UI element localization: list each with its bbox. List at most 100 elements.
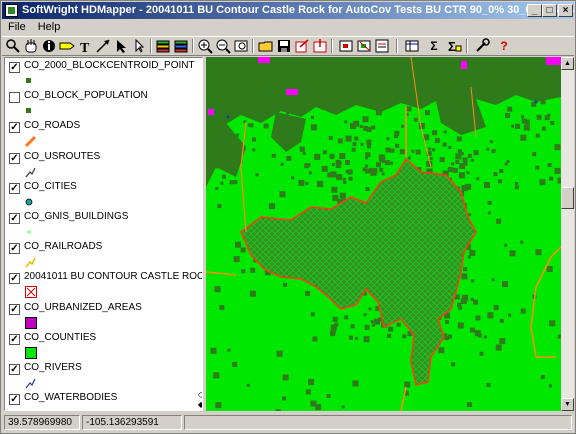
block-square <box>328 103 332 107</box>
scroll-up-icon[interactable]: ▲ <box>561 57 574 70</box>
block-square <box>273 79 277 83</box>
block-square <box>211 155 216 160</box>
layers-icon[interactable] <box>155 38 171 54</box>
layer-item[interactable]: ✓ CO_CITIES <box>5 179 202 209</box>
block-square <box>220 181 224 185</box>
block-square <box>523 124 530 131</box>
layer-checkbox[interactable]: ✓ <box>9 213 20 224</box>
layer-item[interactable]: ✓ CO_USROUTES <box>5 149 202 179</box>
layer-checkbox[interactable]: ✓ <box>9 273 20 284</box>
import-icon[interactable] <box>312 38 328 54</box>
zoom-icon[interactable] <box>5 38 21 54</box>
layer-checkbox[interactable]: ✓ <box>9 394 20 405</box>
block-square <box>286 155 292 161</box>
add-layer-icon[interactable] <box>338 38 354 54</box>
block-square <box>373 318 379 324</box>
zoom-out-icon[interactable] <box>215 38 231 54</box>
title-bar[interactable]: SoftWright HDMapper - 20041011 BU Contou… <box>2 2 574 19</box>
layer-checkbox[interactable]: ✓ <box>9 62 20 73</box>
scroll-legend-up-icon[interactable]: ◇ <box>196 390 202 399</box>
layer-item[interactable]: ✓ CO_ROADS <box>5 118 202 148</box>
help-icon[interactable]: ? <box>496 38 512 54</box>
block-square <box>491 149 496 154</box>
open-folder-icon[interactable] <box>258 38 274 54</box>
text-icon[interactable]: T <box>77 38 93 56</box>
layer-item[interactable]: ✓ CO_RIVERS <box>5 360 202 390</box>
measure-icon[interactable] <box>95 38 111 54</box>
menu-help[interactable]: Help <box>32 20 67 35</box>
tools-wrench-icon[interactable] <box>474 38 490 54</box>
block-square <box>550 120 555 125</box>
minimize-button[interactable]: _ <box>527 4 542 17</box>
block-square <box>508 313 511 317</box>
layer-item[interactable]: ✓ CO_2000_BLOCKCENTROID_POINT <box>5 58 202 88</box>
layer-checkbox[interactable] <box>9 92 20 103</box>
layer-checkbox[interactable]: ✓ <box>9 183 20 194</box>
label-tag-icon[interactable] <box>59 38 75 54</box>
layer-checkbox[interactable]: ✓ <box>9 304 20 315</box>
zoom-in-icon[interactable] <box>197 38 213 54</box>
maximize-button[interactable]: □ <box>542 4 557 17</box>
block-square <box>479 351 484 356</box>
pan-hand-icon[interactable] <box>23 38 39 54</box>
close-button[interactable]: × <box>558 4 573 17</box>
info-icon[interactable] <box>41 38 57 54</box>
sum-highlight-icon[interactable]: Σ <box>446 38 462 54</box>
block-square <box>445 112 451 119</box>
scroll-down-icon[interactable]: ▼ <box>561 398 574 411</box>
arrow-pointer-icon[interactable] <box>113 38 129 54</box>
toolbar: T Σ Σ ? <box>2 36 574 56</box>
sum-icon[interactable]: Σ <box>426 38 442 54</box>
remove-layer-icon[interactable] <box>356 38 372 54</box>
block-square <box>520 240 524 244</box>
block-square <box>215 187 219 190</box>
menu-file[interactable]: File <box>2 20 32 35</box>
layer-checkbox[interactable]: ✓ <box>9 243 20 254</box>
block-square <box>460 298 467 305</box>
block-square <box>511 74 518 81</box>
layer-checkbox[interactable]: ✓ <box>9 122 20 133</box>
block-square <box>402 334 407 339</box>
layer-item[interactable]: ✓ CO_URBANIZED_AREAS <box>5 300 202 330</box>
layer-item[interactable]: ✓ CO_WATERBODIES <box>5 390 202 410</box>
block-square <box>305 181 309 185</box>
block-square <box>317 181 324 187</box>
block-square <box>366 139 372 145</box>
save-disk-icon[interactable] <box>276 38 292 54</box>
block-square <box>457 322 464 329</box>
layer-item[interactable]: ✓ 20041011 BU CONTOUR CASTLE ROCK FOR A <box>5 269 202 299</box>
layer-item[interactable]: ✓ CO_GNIS_BUILDINGS <box>5 209 202 239</box>
block-square <box>331 186 338 193</box>
layer-item[interactable]: CO_BLOCK_POPULATION <box>5 88 202 118</box>
app-icon[interactable] <box>5 4 18 17</box>
print-preview-icon[interactable] <box>233 38 249 54</box>
block-square <box>504 162 508 166</box>
export-icon[interactable] <box>294 38 310 54</box>
select-pointer-icon[interactable] <box>131 38 147 54</box>
layer-name: CO_ROADS <box>24 120 81 131</box>
scroll-legend-down-icon[interactable]: ◆ <box>196 400 202 409</box>
block-square <box>327 94 331 98</box>
layer-checkbox[interactable]: ✓ <box>9 334 20 345</box>
map-vertical-scrollbar[interactable]: ▲ ▼ <box>561 57 574 411</box>
block-square <box>483 335 487 339</box>
layers-edit-icon[interactable] <box>173 38 189 54</box>
block-square <box>299 110 303 114</box>
map-canvas[interactable] <box>206 57 561 411</box>
scroll-thumb[interactable] <box>561 187 574 209</box>
layer-item[interactable]: ✓ CO_RAILROADS <box>5 239 202 269</box>
block-square <box>413 117 418 122</box>
layer-item[interactable]: ✓ CO_COUNTIES <box>5 330 202 360</box>
block-square <box>286 120 290 124</box>
block-square <box>359 125 363 128</box>
block-square <box>493 305 499 311</box>
block-square <box>384 160 390 166</box>
map-view[interactable] <box>206 57 561 411</box>
block-square <box>323 67 330 74</box>
table-icon[interactable] <box>404 38 420 54</box>
properties-icon[interactable] <box>374 38 390 54</box>
block-square <box>456 99 463 106</box>
layer-checkbox[interactable]: ✓ <box>9 153 20 164</box>
layer-checkbox[interactable]: ✓ <box>9 364 20 375</box>
block-square <box>299 146 304 151</box>
